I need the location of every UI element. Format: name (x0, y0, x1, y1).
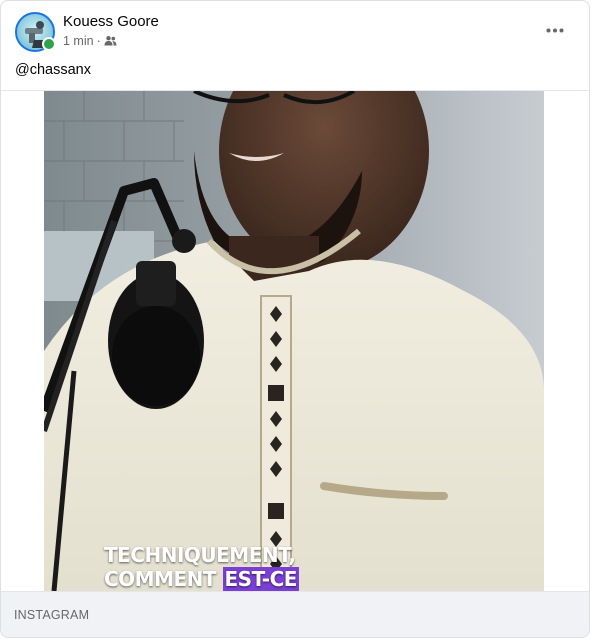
link-preview-footer[interactable]: INSTAGRAM (1, 591, 589, 637)
more-options-icon (546, 28, 564, 32)
subtitle-line-2: COMMENT EST-CE (104, 567, 299, 591)
shared-media[interactable]: TECHNIQUEMENT, COMMENT EST-CE (1, 91, 589, 591)
video-subtitle: TECHNIQUEMENT, COMMENT EST-CE (104, 543, 299, 591)
post-caption[interactable]: @chassanx (15, 62, 91, 78)
post-header: Kouess Goore 1 min · (1, 1, 589, 61)
meta-separator: · (96, 34, 101, 48)
post-meta: 1 min · (63, 34, 117, 48)
video-thumbnail[interactable]: TECHNIQUEMENT, COMMENT EST-CE (44, 91, 544, 591)
subtitle-word-comment: COMMENT (104, 567, 223, 591)
avatar[interactable] (15, 12, 56, 52)
more-options-button[interactable] (543, 18, 567, 42)
video-frame-image (44, 91, 544, 591)
friends-icon[interactable] (104, 35, 117, 47)
link-source-domain: INSTAGRAM (14, 608, 90, 622)
post-time[interactable]: 1 min (63, 34, 94, 48)
subtitle-line-1: TECHNIQUEMENT, (104, 543, 296, 567)
online-status-dot (42, 37, 56, 51)
post-card: Kouess Goore 1 min · @chassanx TECHNIQUE… (0, 0, 590, 638)
subtitle-highlight: EST-CE (222, 567, 299, 591)
author-name[interactable]: Kouess Goore (63, 13, 159, 30)
